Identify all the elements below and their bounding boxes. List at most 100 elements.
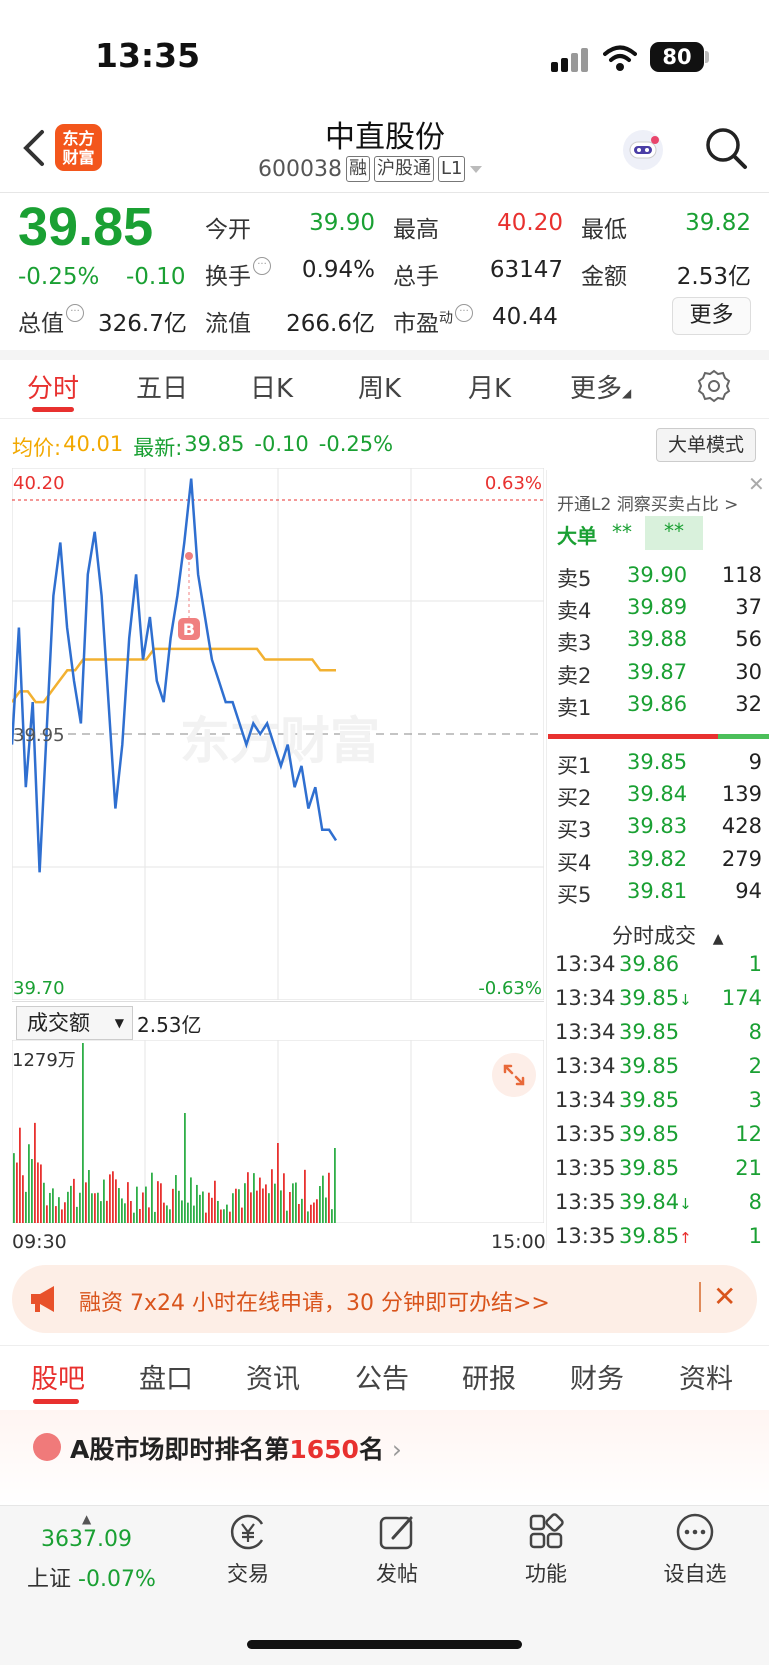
close-icon[interactable]: ✕ bbox=[748, 472, 765, 496]
order-vol: 9 bbox=[748, 750, 762, 774]
logo-text-2: 财富 bbox=[62, 148, 95, 167]
stock-name: 中直股份 bbox=[325, 120, 445, 155]
back-arrow-icon[interactable] bbox=[18, 128, 48, 168]
pe-sup: 动 bbox=[439, 310, 453, 327]
volume-bar bbox=[223, 1209, 225, 1223]
tick-time: 13:34 bbox=[555, 1020, 616, 1044]
latest-value: 39.85 bbox=[184, 432, 245, 456]
volume-bar bbox=[319, 1186, 321, 1223]
nav-trade-label: 交易 bbox=[227, 1562, 269, 1586]
volume-bar bbox=[55, 1206, 57, 1223]
bottom-tab[interactable]: 财务 bbox=[570, 1357, 624, 1396]
tab-monthly-k[interactable]: 月K bbox=[468, 368, 511, 405]
close-icon[interactable]: ✕ bbox=[713, 1280, 736, 1313]
bottom-tab[interactable]: 公告 bbox=[355, 1357, 409, 1396]
volume-bar bbox=[259, 1177, 261, 1223]
big-order-box: ** bbox=[645, 516, 703, 550]
tick-vol: 3 bbox=[748, 1088, 762, 1112]
order-price: 39.84 bbox=[627, 782, 688, 807]
volume-bar bbox=[301, 1198, 303, 1223]
volume-bar bbox=[139, 1208, 141, 1223]
volume-bar bbox=[235, 1188, 237, 1223]
dropdown-triangle-icon bbox=[470, 166, 483, 173]
banner-text[interactable]: 融资 7x24 小时在线申请，30 分钟即可办结>> bbox=[79, 1285, 550, 1317]
bottom-tab[interactable]: 资料 bbox=[679, 1357, 733, 1396]
search-icon[interactable] bbox=[704, 126, 748, 170]
tick-row: 13:35 39.85 12 bbox=[555, 1122, 762, 1152]
bottom-tab[interactable]: 盘口 bbox=[139, 1357, 193, 1396]
mktcap-label[interactable]: 总值 ··· bbox=[18, 304, 84, 338]
bottom-tab[interactable]: 研报 bbox=[462, 1357, 516, 1396]
expand-icon[interactable] bbox=[492, 1053, 536, 1097]
volume-bar bbox=[178, 1190, 180, 1223]
banner-divider bbox=[699, 1282, 701, 1312]
tick-price: 39.84↓ bbox=[619, 1190, 692, 1214]
turnover-label[interactable]: 换手 ··· bbox=[205, 257, 271, 291]
tab-5day[interactable]: 五日 bbox=[136, 368, 188, 405]
volume-bar bbox=[184, 1113, 186, 1223]
volume-bar bbox=[169, 1209, 171, 1223]
nav-watchlist[interactable]: 设自选 bbox=[650, 1512, 740, 1588]
nav-features-label: 功能 bbox=[525, 1562, 567, 1586]
tick-vol: 174 bbox=[721, 986, 762, 1010]
tab-weekly-k[interactable]: 周K bbox=[358, 368, 401, 405]
nav-post[interactable]: 发帖 bbox=[352, 1512, 442, 1588]
volume-bar bbox=[280, 1190, 282, 1223]
tab-more[interactable]: 更多◢ bbox=[570, 368, 631, 405]
volume-bar bbox=[229, 1211, 231, 1223]
tick-vol: 8 bbox=[748, 1020, 762, 1044]
avg-value: 40.01 bbox=[63, 432, 124, 456]
bottom-tab[interactable]: 股吧 bbox=[31, 1357, 85, 1396]
big-order-mode-button[interactable]: 大单模式 bbox=[656, 428, 756, 462]
header-divider bbox=[0, 192, 769, 193]
tag-level: L1 bbox=[437, 156, 466, 182]
rank-prefix: A股市场即时排名第 bbox=[70, 1435, 290, 1464]
volume-bar bbox=[43, 1182, 45, 1223]
order-book-row: 买3 39.83 428 bbox=[557, 814, 762, 844]
order-book-row: 买4 39.82 279 bbox=[557, 847, 762, 877]
order-vol: 32 bbox=[735, 691, 762, 716]
volume-bar bbox=[133, 1212, 135, 1223]
volume-bar bbox=[250, 1192, 252, 1223]
index-name-change[interactable]: 上证 -0.07% bbox=[27, 1561, 156, 1593]
volume-bar bbox=[52, 1188, 54, 1223]
assistant-robot-icon[interactable] bbox=[619, 126, 667, 174]
index-value[interactable]: 3637.09 bbox=[41, 1527, 132, 1552]
price-line bbox=[12, 478, 338, 873]
volume-bar bbox=[46, 1205, 48, 1223]
rank-text[interactable]: A股市场即时排名第1650名 › bbox=[70, 1430, 402, 1466]
tick-time: 13:35 bbox=[555, 1190, 616, 1214]
order-book-row: 卖4 39.89 37 bbox=[557, 595, 762, 625]
pe-label[interactable]: 市盈动 ··· bbox=[393, 304, 473, 338]
volume-chart[interactable] bbox=[12, 1040, 544, 1223]
order-price: 39.88 bbox=[627, 627, 688, 652]
nav-trade[interactable]: 交易 bbox=[203, 1512, 293, 1588]
stock-code-row[interactable]: 600038 融 沪股通 L1 bbox=[258, 156, 483, 182]
bottom-tab[interactable]: 资讯 bbox=[246, 1357, 300, 1396]
tick-time: 13:35 bbox=[555, 1156, 616, 1180]
volume-type-select[interactable]: 成交额 ▼ bbox=[16, 1006, 133, 1040]
volume-bar bbox=[292, 1183, 294, 1223]
l2-promo-link[interactable]: 开通L2 洞察买卖占比 > bbox=[557, 490, 738, 515]
volume-bar bbox=[163, 1202, 165, 1223]
order-vol: 279 bbox=[721, 846, 762, 871]
volume-bar bbox=[37, 1162, 39, 1223]
volume-bar bbox=[97, 1192, 99, 1223]
volume-label: 总手 bbox=[393, 264, 439, 290]
tab-intraday[interactable]: 分时 bbox=[27, 368, 79, 405]
volume-total: 2.53亿 bbox=[137, 1013, 202, 1037]
ticks-title[interactable]: 分时成交 ▲ bbox=[612, 920, 723, 950]
intraday-price-chart[interactable]: 东方财富 B 40.20 39.95 39.70 0.63% -0.63% bbox=[12, 468, 544, 1000]
gear-icon[interactable] bbox=[697, 369, 731, 403]
more-button[interactable]: 更多 bbox=[672, 297, 751, 335]
volume-bar bbox=[253, 1173, 255, 1223]
volume-bar bbox=[247, 1172, 249, 1223]
bid-ask-ratio-bar bbox=[548, 734, 769, 739]
change-amount: -0.10 bbox=[126, 264, 186, 290]
index-name: 上证 bbox=[27, 1567, 72, 1592]
volume-bar bbox=[67, 1191, 69, 1223]
nav-features[interactable]: 功能 bbox=[501, 1512, 591, 1588]
tick-row: 13:34 39.85 8 bbox=[555, 1020, 762, 1050]
tab-daily-k[interactable]: 日K bbox=[250, 368, 293, 405]
tab-more-label: 更多 bbox=[570, 374, 623, 404]
